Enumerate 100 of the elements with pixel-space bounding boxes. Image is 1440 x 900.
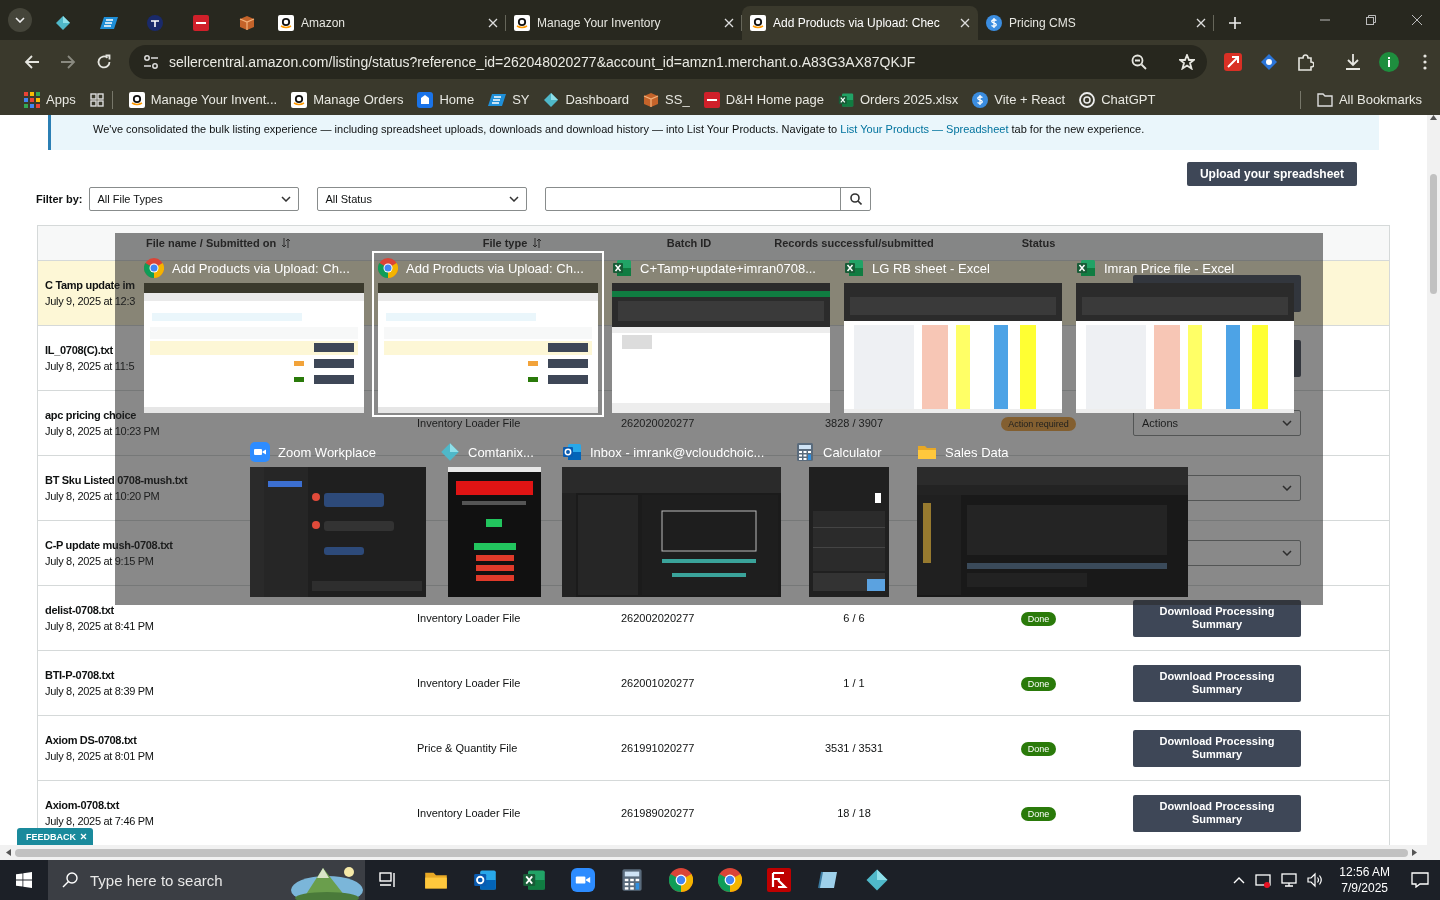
column-header[interactable]: Records successful/submitted xyxy=(774,237,934,249)
security-icon[interactable] xyxy=(1255,872,1272,888)
restore-icon[interactable] xyxy=(1366,15,1376,25)
window-preview[interactable]: Add Products via Upload: Ch... xyxy=(372,251,604,417)
forward-icon[interactable] xyxy=(60,54,76,70)
download-summary-button[interactable]: Download Processing Summary xyxy=(1133,664,1301,702)
plus-icon[interactable] xyxy=(1228,16,1242,30)
table-row[interactable]: BTI-P-0708.txt July 8, 2025 at 8:39 PM Inventory Loader File 262001020277 1 / 1 Done Download Processing Summary xyxy=(38,651,1389,716)
bookmark[interactable]: Apps xyxy=(18,86,82,113)
bookmark[interactable]: Manage Your Invent... xyxy=(122,86,284,113)
search-field[interactable]: Type here to search xyxy=(48,860,365,900)
apps-grid-icon xyxy=(24,91,40,108)
tab-groups-icon[interactable] xyxy=(89,92,104,107)
record-count: 3828 / 3907 xyxy=(824,417,884,429)
profile-avatar-icon[interactable] xyxy=(1379,52,1399,72)
column-header[interactable]: Batch ID xyxy=(666,237,712,249)
coin-icon xyxy=(986,15,1002,31)
scroll-thumb[interactable] xyxy=(1430,174,1437,294)
search-field[interactable] xyxy=(545,187,872,211)
back-icon[interactable] xyxy=(24,54,40,70)
download-summary-button[interactable]: Download Processing Summary xyxy=(1133,599,1301,637)
bookmark[interactable]: SS_ xyxy=(637,86,696,113)
ftp-app-icon[interactable] xyxy=(766,868,791,892)
logo-icon xyxy=(703,91,720,108)
record-count: 1 / 1 xyxy=(843,677,865,689)
file-name: delist-0708.txt xyxy=(45,603,115,618)
calculator-icon xyxy=(795,442,815,462)
zoom-icon[interactable] xyxy=(1131,54,1147,70)
tab-search-button[interactable] xyxy=(8,8,32,32)
record-count: 3531 / 3531 xyxy=(824,742,884,754)
close-icon[interactable] xyxy=(1196,18,1206,28)
chat-logo-icon xyxy=(1079,91,1096,108)
diamond-icon xyxy=(55,15,71,31)
windows-start-icon[interactable] xyxy=(16,872,32,888)
upload-button[interactable]: Upload your spreadsheet xyxy=(1186,162,1357,186)
all-bookmarks-button[interactable]: All Bookmarks xyxy=(1310,86,1428,113)
column-header[interactable]: File name / Submitted on xyxy=(146,237,277,249)
submitted-date: July 8, 2025 at 11:5 xyxy=(45,359,136,374)
smile-logo-icon xyxy=(750,15,766,31)
submitted-date: July 8, 2025 at 8:01 PM xyxy=(45,749,155,764)
smile-logo-icon xyxy=(514,15,530,31)
bookmark[interactable]: Vite + React xyxy=(966,86,1072,113)
window-title: LG RB sheet - Excel xyxy=(872,260,990,276)
spreadsheet-link[interactable]: List Your Products — Spreadsheet xyxy=(840,123,1009,135)
bookmark[interactable]: Home xyxy=(411,86,481,113)
browser-tab[interactable]: Add Products via Upload: Chec xyxy=(742,6,978,40)
search-icon[interactable] xyxy=(849,193,862,205)
close-icon[interactable] xyxy=(488,18,498,28)
extension-icon[interactable] xyxy=(1260,53,1278,71)
task-view-icon[interactable] xyxy=(379,872,397,888)
bookmark[interactable]: ChatGPT xyxy=(1073,86,1162,113)
batch-id: 262001020277 xyxy=(621,677,695,689)
notification-icon[interactable] xyxy=(1411,872,1429,888)
bookmark[interactable]: D&H Home page xyxy=(697,86,830,113)
close-icon[interactable] xyxy=(1412,15,1422,25)
window-title: Add Products via Upload: Ch... xyxy=(172,260,350,276)
browser-tab[interactable]: Pricing CMS xyxy=(978,6,1214,40)
table-row[interactable]: Axiom DS-0708.txt July 8, 2025 at 8:01 PM Price & Quantity File 261991020277 3531 / 3531 Done Download Processing Summary xyxy=(38,716,1389,781)
bookmark[interactable]: Dashboard xyxy=(537,86,636,113)
file-type: Inventory Loader File xyxy=(417,612,521,624)
spreadsheet-app-icon xyxy=(837,91,854,108)
menu-icon[interactable] xyxy=(1423,54,1427,70)
browser-tab[interactable]: Amazon xyxy=(270,6,506,40)
volume-icon[interactable] xyxy=(1307,872,1324,888)
window-title: C+Tamp+update+imran0708... xyxy=(640,260,816,276)
download-summary-button[interactable]: Download Processing Summary xyxy=(1133,729,1301,767)
sort-icon[interactable] xyxy=(282,238,291,248)
network-icon[interactable] xyxy=(1281,872,1298,888)
download-summary-button[interactable]: Download Processing Summary xyxy=(1133,794,1301,832)
star-icon[interactable] xyxy=(1179,54,1195,70)
bookmark[interactable]: SY xyxy=(482,86,536,113)
reload-icon[interactable] xyxy=(96,54,112,70)
column-header[interactable]: File type xyxy=(482,237,528,249)
bookmark[interactable]: Orders 2025.xlsx xyxy=(831,86,965,113)
column-header[interactable]: Status xyxy=(1021,237,1056,249)
caret-icon xyxy=(1282,485,1292,491)
sort-icon[interactable] xyxy=(533,238,542,248)
puzzle-icon[interactable] xyxy=(1296,53,1314,71)
status-badge: Done xyxy=(1020,677,1057,691)
status-select[interactable]: All Status xyxy=(317,187,528,211)
site-settings-icon xyxy=(143,54,159,70)
extension-icon[interactable] xyxy=(1224,53,1242,71)
scroll-left-icon xyxy=(6,849,11,856)
file-name: BTI-P-0708.txt xyxy=(45,668,116,683)
download-icon[interactable] xyxy=(1344,53,1362,71)
vertical-scrollbar[interactable] xyxy=(1427,115,1440,845)
close-icon[interactable] xyxy=(724,18,734,28)
browser-tab[interactable]: Manage Your Inventory xyxy=(506,6,742,40)
close-icon[interactable] xyxy=(960,18,970,28)
batch-id: 261989020277 xyxy=(621,807,695,819)
clock[interactable]: 12:56 AM 7/9/2025 xyxy=(1339,864,1390,896)
file-name: IL_0708(C).txt xyxy=(45,343,114,358)
bookmark[interactable]: Manage Orders xyxy=(285,86,410,113)
caret-icon xyxy=(509,196,520,202)
smile-logo-icon xyxy=(128,91,145,108)
record-count: 6 / 6 xyxy=(843,612,865,624)
batch-id: 262002020277 xyxy=(621,612,695,624)
address-bar[interactable]: sellercentral.amazon.com/listing/status?reference_id=262048020277&account_id=amzn1.merchant.o.A83G3AX87QKJF xyxy=(129,45,1207,79)
chevron-up-icon[interactable] xyxy=(1233,876,1246,884)
file-type-select[interactable]: All File Types xyxy=(89,187,300,211)
